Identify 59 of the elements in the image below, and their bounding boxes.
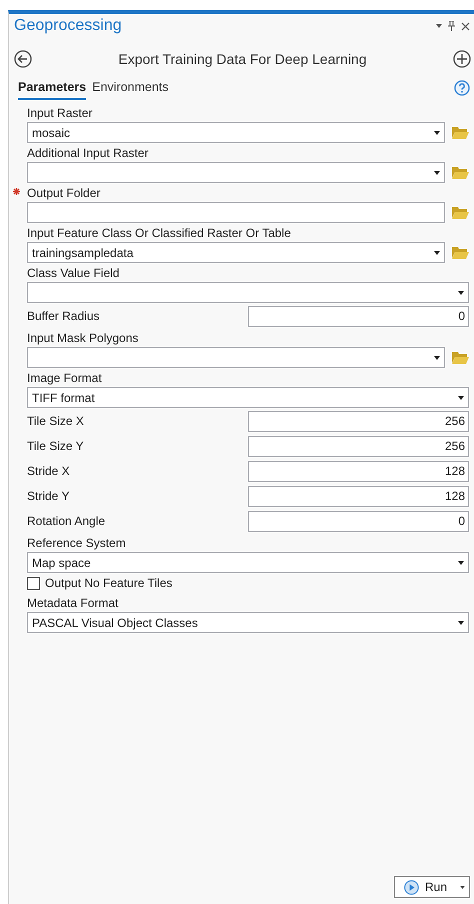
parameter-label: Stride X	[27, 463, 71, 480]
run-button[interactable]: Run	[394, 876, 470, 898]
caret-icon	[460, 886, 465, 888]
parameter-label: Class Value Field	[27, 264, 120, 282]
parameter-label: Stride Y	[27, 488, 70, 505]
parameter-label: Buffer Radius	[27, 308, 100, 325]
checkbox[interactable]	[27, 576, 40, 590]
parameter-label: Input Raster	[27, 104, 92, 122]
folder-icon[interactable]	[452, 351, 469, 364]
caret-icon	[458, 560, 464, 564]
parameter-label: Tile Size X	[27, 413, 85, 430]
dropdown-field[interactable]: mosaic	[27, 122, 445, 143]
caret-icon	[434, 130, 440, 134]
checkbox-label: Output No Feature Tiles	[45, 575, 172, 592]
number-field[interactable]: 128	[248, 486, 469, 506]
folder-icon[interactable]	[452, 206, 469, 219]
caret-icon	[458, 396, 464, 400]
dropdown-field[interactable]: TIFF format	[27, 387, 469, 408]
pin-icon[interactable]	[448, 21, 455, 31]
number-field[interactable]: 128	[248, 460, 469, 482]
input-field[interactable]	[27, 202, 445, 223]
parameter-label: Output Folder	[27, 184, 100, 202]
caret-icon	[458, 620, 464, 624]
tab[interactable]: Parameters	[18, 76, 86, 100]
parameter-label: Tile Size Y	[27, 438, 85, 455]
tab[interactable]: Environments	[92, 76, 169, 100]
parameter-label: Rotation Angle	[27, 513, 106, 530]
number-field[interactable]: 256	[248, 436, 469, 456]
folder-icon[interactable]	[452, 246, 469, 259]
dropdown-field[interactable]	[27, 347, 445, 368]
tool-title: Export Training Data For Deep Learning	[117, 50, 368, 69]
parameter-label: Reference System	[27, 534, 126, 552]
pane-title: Geoprocessing	[14, 16, 122, 36]
dropdown-field[interactable]	[27, 282, 469, 303]
folder-icon[interactable]	[452, 166, 469, 179]
parameter-label: Input Feature Class Or Classified Raster Or Table	[27, 224, 291, 242]
parameter-label: Additional Input Raster	[27, 144, 148, 162]
dropdown-field[interactable]: trainingsampledata	[27, 242, 445, 263]
dropdown-field[interactable]: PASCAL Visual Object Classes	[27, 612, 469, 633]
close-icon[interactable]	[461, 22, 470, 30]
play-icon	[404, 880, 419, 894]
number-field[interactable]: 256	[248, 410, 469, 432]
caret-icon	[434, 250, 440, 254]
parameter-label: Metadata Format	[27, 594, 118, 612]
back-icon[interactable]	[14, 50, 32, 68]
help-icon[interactable]	[454, 80, 470, 96]
add-icon[interactable]	[453, 50, 471, 68]
folder-icon[interactable]	[452, 126, 469, 139]
caret-icon	[434, 170, 440, 174]
caret-icon	[458, 290, 464, 294]
required-icon	[13, 188, 20, 195]
dropdown-field[interactable]	[27, 162, 445, 183]
dropdown-field[interactable]: Map space	[27, 552, 469, 573]
number-field[interactable]: 0	[248, 510, 469, 532]
number-field[interactable]: 0	[248, 306, 469, 326]
parameter-label: Image Format	[27, 370, 102, 386]
caret-icon	[434, 356, 440, 360]
parameter-label: Input Mask Polygons	[27, 330, 138, 346]
menu-caret-icon[interactable]	[436, 24, 442, 28]
